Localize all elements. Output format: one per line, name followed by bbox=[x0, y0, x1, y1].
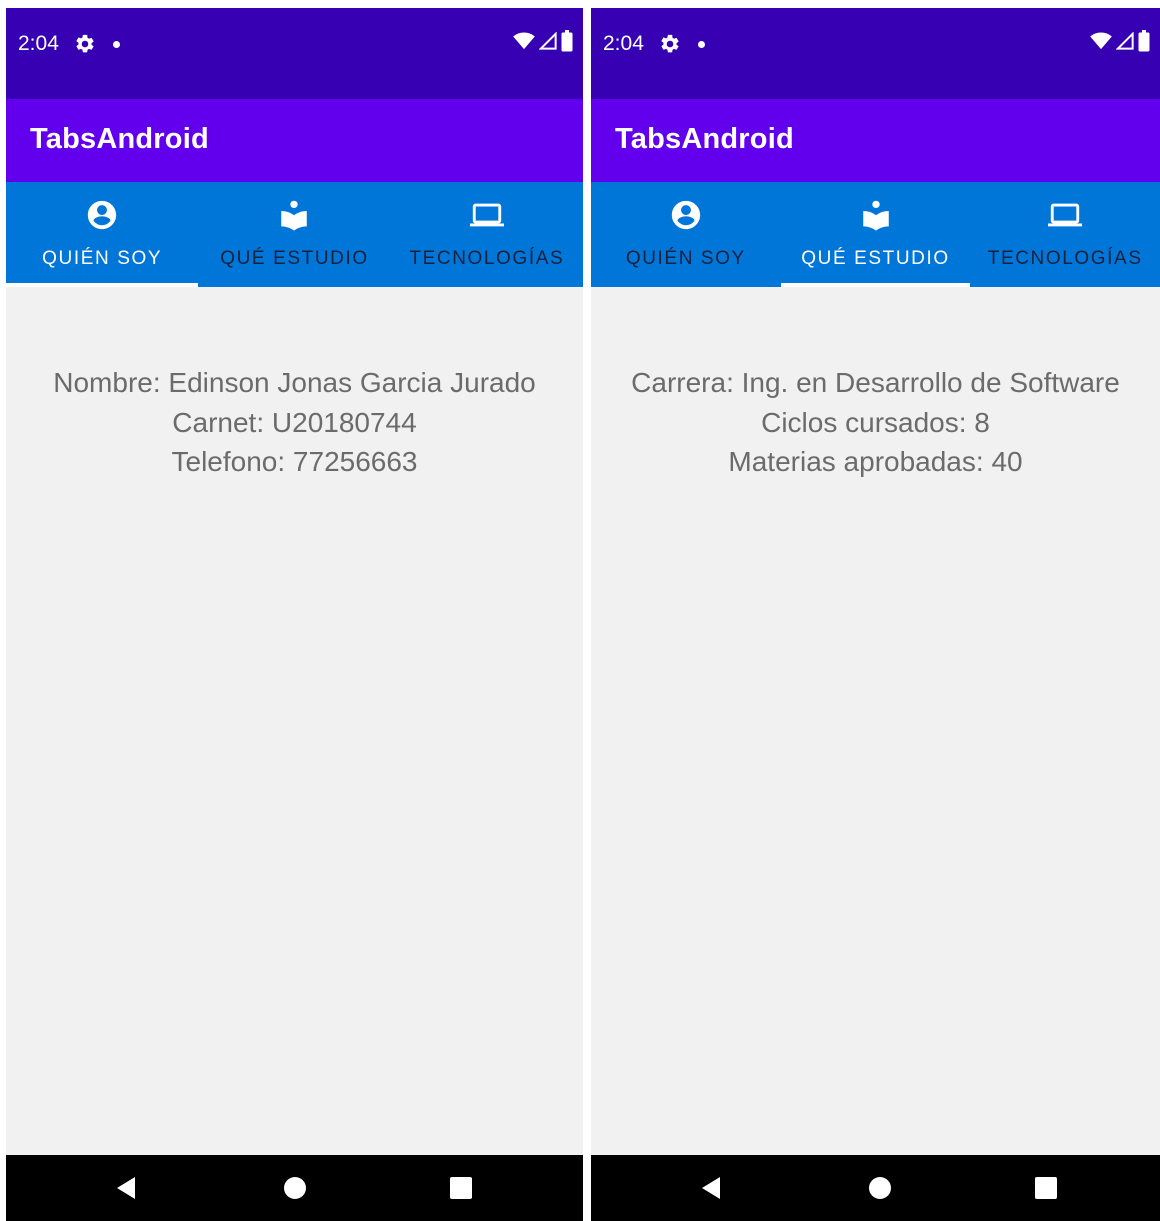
tab-label: QUIÉN SOY bbox=[625, 248, 746, 269]
laptop-icon bbox=[1048, 198, 1083, 232]
wifi-icon bbox=[513, 31, 535, 55]
app-bar: TabsAndroid bbox=[591, 99, 1160, 182]
tab-bar: QUIÉN SOY QUÉ ESTUDIO TECNOLOGÍAS bbox=[6, 182, 583, 287]
info-line-materias: Materias aprobadas: 40 bbox=[728, 446, 1023, 477]
tab-label: QUIÉN SOY bbox=[42, 248, 163, 269]
tab-tecnologias[interactable]: TECNOLOGÍAS bbox=[970, 182, 1160, 287]
tab-tecnologias[interactable]: TECNOLOGÍAS bbox=[391, 182, 583, 287]
status-bar: 2:04 bbox=[6, 8, 583, 99]
notification-dot-icon bbox=[113, 41, 120, 48]
tab-que-estudio[interactable]: QUÉ ESTUDIO bbox=[780, 182, 971, 287]
tab-content: Nombre: Edinson Jonas Garcia Jurado Carn… bbox=[6, 287, 583, 1155]
navigation-bar bbox=[6, 1155, 583, 1221]
recents-icon[interactable] bbox=[1031, 1173, 1061, 1203]
tab-label: QUÉ ESTUDIO bbox=[801, 248, 950, 269]
book-reader-icon bbox=[859, 198, 893, 232]
battery-icon bbox=[561, 29, 573, 57]
screenshot-pair: 2:04 TabsAndroid QUIÉN SOY QUÉ ESTUDIO T… bbox=[0, 0, 1160, 1221]
cell-signal-icon bbox=[1115, 30, 1134, 55]
info-line-carrera: Carrera: Ing. en Desarrollo de Software bbox=[631, 367, 1120, 398]
battery-icon bbox=[1138, 29, 1150, 57]
home-icon[interactable] bbox=[865, 1173, 895, 1203]
notification-dot-icon bbox=[698, 41, 705, 48]
tab-label: TECNOLOGÍAS bbox=[409, 248, 565, 269]
tab-quien-soy[interactable]: QUIÉN SOY bbox=[591, 182, 781, 287]
phone-screen-quien-soy: 2:04 TabsAndroid QUIÉN SOY QUÉ ESTUDIO T… bbox=[6, 8, 583, 1221]
app-title: TabsAndroid bbox=[30, 123, 209, 155]
phone-screen-que-estudio: 2:04 TabsAndroid QUIÉN SOY QUÉ ESTUDIO T… bbox=[591, 8, 1160, 1221]
app-title: TabsAndroid bbox=[615, 123, 794, 155]
tab-label: QUÉ ESTUDIO bbox=[220, 248, 369, 269]
back-icon[interactable] bbox=[111, 1173, 141, 1203]
status-time: 2:04 bbox=[18, 32, 59, 55]
account-circle-icon bbox=[85, 198, 119, 232]
status-icons bbox=[1090, 29, 1150, 57]
info-line-carnet: Carnet: U20180744 bbox=[172, 406, 417, 438]
settings-gear-icon bbox=[659, 33, 681, 55]
info-lines: Nombre: Edinson Jonas Garcia Jurado Carn… bbox=[6, 363, 583, 482]
cell-signal-icon bbox=[538, 30, 557, 55]
account-circle-icon bbox=[669, 198, 703, 232]
info-lines: Carrera: Ing. en Desarrollo de Software … bbox=[591, 363, 1160, 482]
recents-icon[interactable] bbox=[446, 1173, 476, 1203]
status-icons bbox=[513, 29, 573, 57]
tab-bar: QUIÉN SOY QUÉ ESTUDIO TECNOLOGÍAS bbox=[591, 182, 1160, 287]
tab-que-estudio[interactable]: QUÉ ESTUDIO bbox=[198, 182, 390, 287]
app-bar: TabsAndroid bbox=[6, 99, 583, 182]
back-icon[interactable] bbox=[696, 1173, 726, 1203]
info-line-telefono: Telefono: 77256663 bbox=[171, 446, 418, 477]
settings-gear-icon bbox=[74, 33, 96, 55]
tab-quien-soy[interactable]: QUIÉN SOY bbox=[6, 182, 199, 287]
status-time: 2:04 bbox=[603, 32, 644, 55]
wifi-icon bbox=[1090, 31, 1112, 55]
status-bar: 2:04 bbox=[591, 8, 1160, 99]
laptop-icon bbox=[469, 198, 504, 232]
info-line-nombre: Nombre: Edinson Jonas Garcia Jurado bbox=[53, 367, 536, 398]
home-icon[interactable] bbox=[280, 1173, 310, 1203]
navigation-bar bbox=[591, 1155, 1160, 1221]
tab-content: Carrera: Ing. en Desarrollo de Software … bbox=[591, 287, 1160, 1155]
info-line-ciclos: Ciclos cursados: 8 bbox=[761, 406, 990, 438]
book-reader-icon bbox=[277, 198, 311, 232]
tab-label: TECNOLOGÍAS bbox=[987, 248, 1143, 269]
